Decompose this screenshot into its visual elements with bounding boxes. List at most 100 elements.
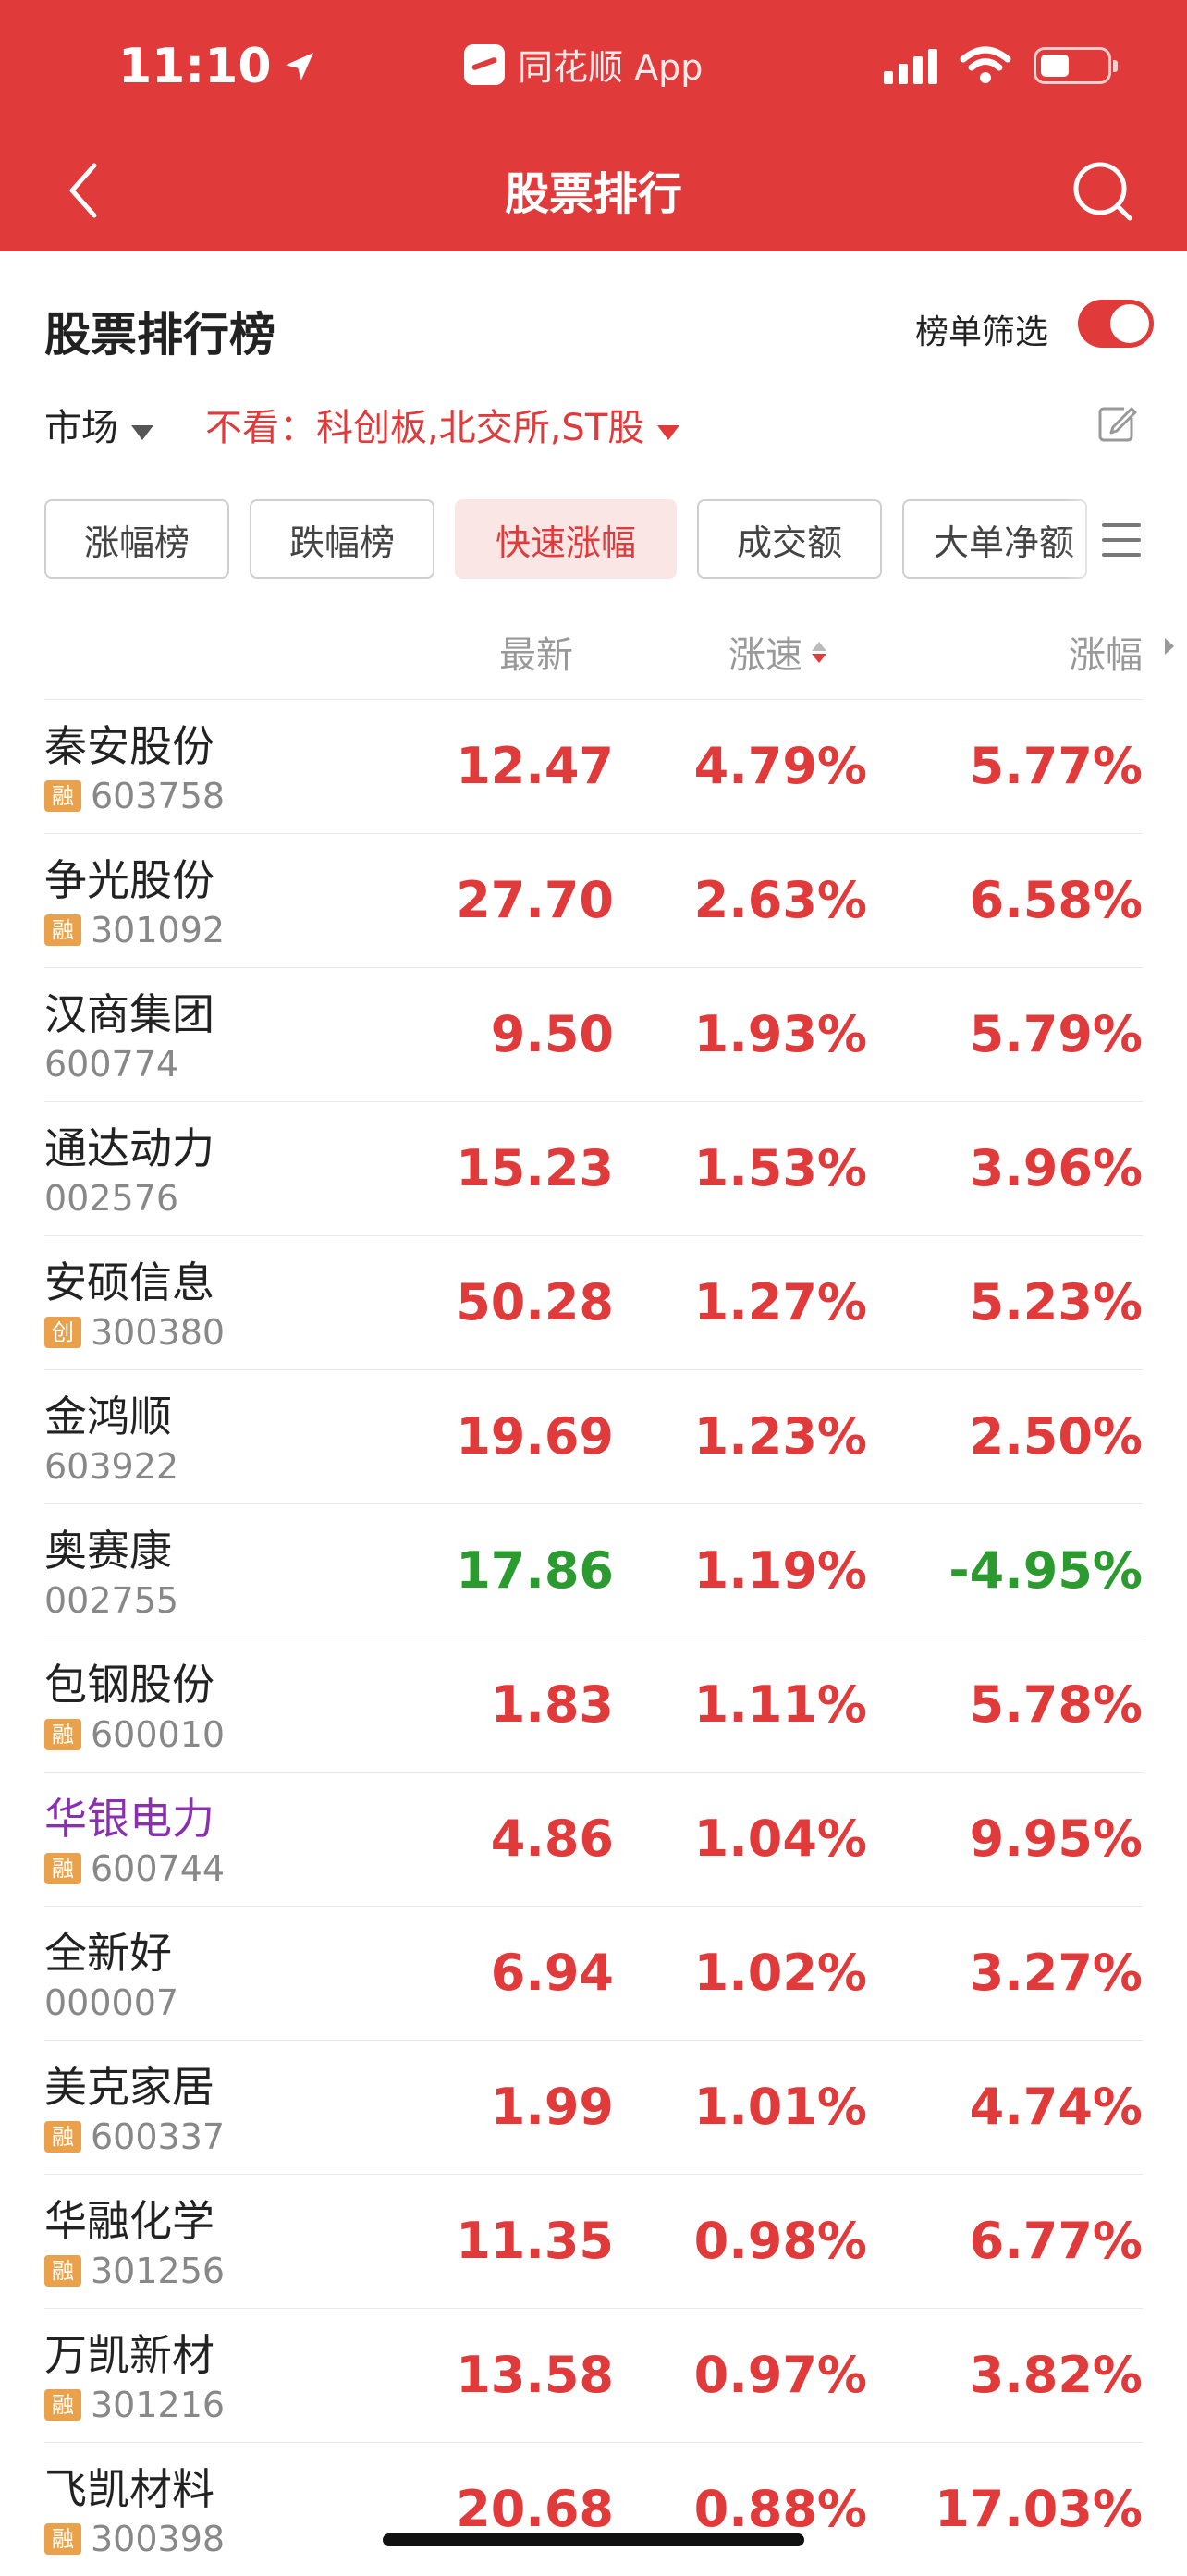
tab-losers[interactable]: 跌幅榜 (250, 499, 434, 579)
stock-code-line: 002576 (44, 1178, 178, 1219)
stock-name: 华融化学 (44, 2196, 214, 2246)
stock-row[interactable]: 美克家居 融 600337 1.99 1.01% 4.74% (44, 2040, 1143, 2174)
stock-code: 600744 (91, 1848, 226, 1889)
app-logo-icon (464, 43, 505, 85)
stock-code: 300398 (91, 2519, 226, 2559)
stock-row[interactable]: 万凯新材 融 301216 13.58 0.97% 3.82% (44, 2308, 1143, 2442)
search-button[interactable] (1067, 155, 1141, 229)
back-to-app-link[interactable]: 同花顺 App (464, 39, 703, 90)
stock-code-line: 000007 (44, 1982, 178, 2023)
dropdown-arrow-icon (657, 425, 680, 440)
stock-name: 万凯新材 (44, 2330, 214, 2380)
latest-price: 1.99 (490, 2078, 614, 2136)
search-icon (1073, 162, 1132, 221)
margin-badge: 融 (44, 2389, 81, 2421)
stock-row[interactable]: 安硕信息 创 300380 50.28 1.27% 5.23% (44, 1235, 1143, 1369)
rise-speed: 4.79% (693, 737, 867, 795)
menu-icon[interactable] (1102, 523, 1141, 557)
stock-row[interactable]: 飞凯材料 融 300398 20.68 0.88% 17.03% (44, 2442, 1143, 2576)
rise-speed: 1.01% (693, 2078, 867, 2136)
tab-large-order-net[interactable]: 大单净额 (902, 499, 1087, 579)
stock-code: 603758 (91, 776, 226, 816)
latest-price: 20.68 (456, 2480, 614, 2538)
edit-icon[interactable] (1096, 403, 1137, 444)
change-percent: 6.77% (969, 2212, 1143, 2270)
stock-name: 通达动力 (44, 1123, 214, 1173)
column-header-change[interactable]: 涨幅 (1069, 625, 1143, 679)
home-indicator[interactable] (383, 2533, 804, 2546)
latest-price: 11.35 (456, 2212, 614, 2270)
rise-speed: 0.88% (693, 2480, 867, 2538)
rise-speed: 0.98% (693, 2212, 867, 2270)
latest-price: 15.23 (456, 1139, 614, 1197)
toggle-knob (1110, 304, 1149, 343)
stock-code-line: 融 600744 (44, 1848, 225, 1889)
change-percent: 6.58% (969, 871, 1143, 929)
latest-price: 4.86 (490, 1809, 614, 1868)
filter-toggle[interactable] (1078, 300, 1154, 348)
tab-gainers[interactable]: 涨幅榜 (44, 499, 229, 579)
change-percent: 4.74% (969, 2078, 1143, 2136)
stock-row[interactable]: 全新好 000007 6.94 1.02% 3.27% (44, 1906, 1143, 2040)
market-label: 市场 (44, 407, 118, 449)
latest-price: 19.69 (456, 1407, 614, 1466)
page-title: 股票排行 (504, 168, 682, 220)
stock-code-line: 融 600010 (44, 1714, 225, 1755)
stock-row[interactable]: 奥赛康 002755 17.86 1.19% -4.95% (44, 1503, 1143, 1638)
change-percent: 3.82% (969, 2346, 1143, 2404)
change-percent: 5.79% (969, 1005, 1143, 1063)
filter-label: 榜单筛选 (914, 313, 1048, 351)
stock-name: 争光股份 (44, 855, 214, 905)
column-header-latest[interactable]: 最新 (499, 625, 573, 679)
stock-code: 000007 (44, 1982, 179, 2023)
market-dropdown[interactable]: 市场 (44, 398, 153, 451)
stock-code-line: 600774 (44, 1044, 178, 1085)
stock-row[interactable]: 华银电力 融 600744 4.86 1.04% 9.95% (44, 1772, 1143, 1906)
stock-code: 300380 (91, 1312, 226, 1353)
latest-price: 9.50 (490, 1005, 614, 1063)
latest-price: 17.86 (456, 1541, 614, 1600)
stock-code: 301216 (91, 2385, 226, 2425)
column-header-speed[interactable]: 涨速 (728, 625, 826, 679)
change-percent: 5.23% (969, 1273, 1143, 1331)
top-bar: 11:10 同花顺 App 股票排行 (0, 0, 1187, 251)
wifi-icon (960, 46, 1011, 83)
latest-price: 27.70 (456, 871, 614, 929)
scroll-right-icon[interactable] (1165, 638, 1174, 655)
rise-speed: 1.93% (693, 1005, 867, 1063)
stock-code-line: 002755 (44, 1580, 178, 1621)
stock-name: 全新好 (44, 1928, 172, 1978)
stock-row[interactable]: 秦安股份 融 603758 12.47 4.79% 5.77% (44, 699, 1143, 833)
tab-turnover[interactable]: 成交额 (697, 499, 882, 579)
tab-fast-rise[interactable]: 快速涨幅 (455, 499, 677, 579)
stock-row[interactable]: 华融化学 融 301256 11.35 0.98% 6.77% (44, 2174, 1143, 2308)
stock-code-line: 融 600337 (44, 2116, 225, 2157)
margin-badge: 融 (44, 2523, 81, 2555)
stock-name: 美克家居 (44, 2062, 214, 2112)
stock-row[interactable]: 通达动力 002576 15.23 1.53% 3.96% (44, 1101, 1143, 1235)
stock-code: 603922 (44, 1446, 179, 1487)
change-percent: 5.78% (969, 1675, 1143, 1734)
stock-row[interactable]: 包钢股份 融 600010 1.83 1.11% 5.78% (44, 1638, 1143, 1772)
ranking-tabs: 涨幅榜 跌幅榜 快速涨幅 成交额 大单净额 (44, 499, 1087, 579)
stock-code: 600774 (44, 1044, 179, 1085)
battery-icon (1034, 47, 1118, 84)
change-percent: -4.95% (948, 1541, 1143, 1600)
latest-price: 6.94 (490, 1944, 614, 2002)
rise-speed: 1.04% (693, 1809, 867, 1868)
stock-name: 华银电力 (44, 1794, 214, 1844)
change-percent: 2.50% (969, 1407, 1143, 1466)
chinext-badge: 创 (44, 1317, 81, 1348)
stock-row[interactable]: 争光股份 融 301092 27.70 2.63% 6.58% (44, 833, 1143, 967)
stock-row[interactable]: 金鸿顺 603922 19.69 1.23% 2.50% (44, 1369, 1143, 1503)
rise-speed: 1.23% (693, 1407, 867, 1466)
change-percent: 17.03% (935, 2480, 1143, 2538)
margin-badge: 融 (44, 780, 81, 812)
stock-name: 汉商集团 (44, 989, 214, 1039)
stock-row[interactable]: 汉商集团 600774 9.50 1.93% 5.79% (44, 967, 1143, 1101)
market-filter-row: 市场 不看：科创板,北交所,ST股 (44, 398, 680, 451)
exclude-dropdown[interactable]: 不看：科创板,北交所,ST股 (205, 398, 680, 451)
rise-speed: 1.53% (693, 1139, 867, 1197)
column-header-speed-label: 涨速 (728, 634, 802, 677)
change-percent: 5.77% (969, 737, 1143, 795)
